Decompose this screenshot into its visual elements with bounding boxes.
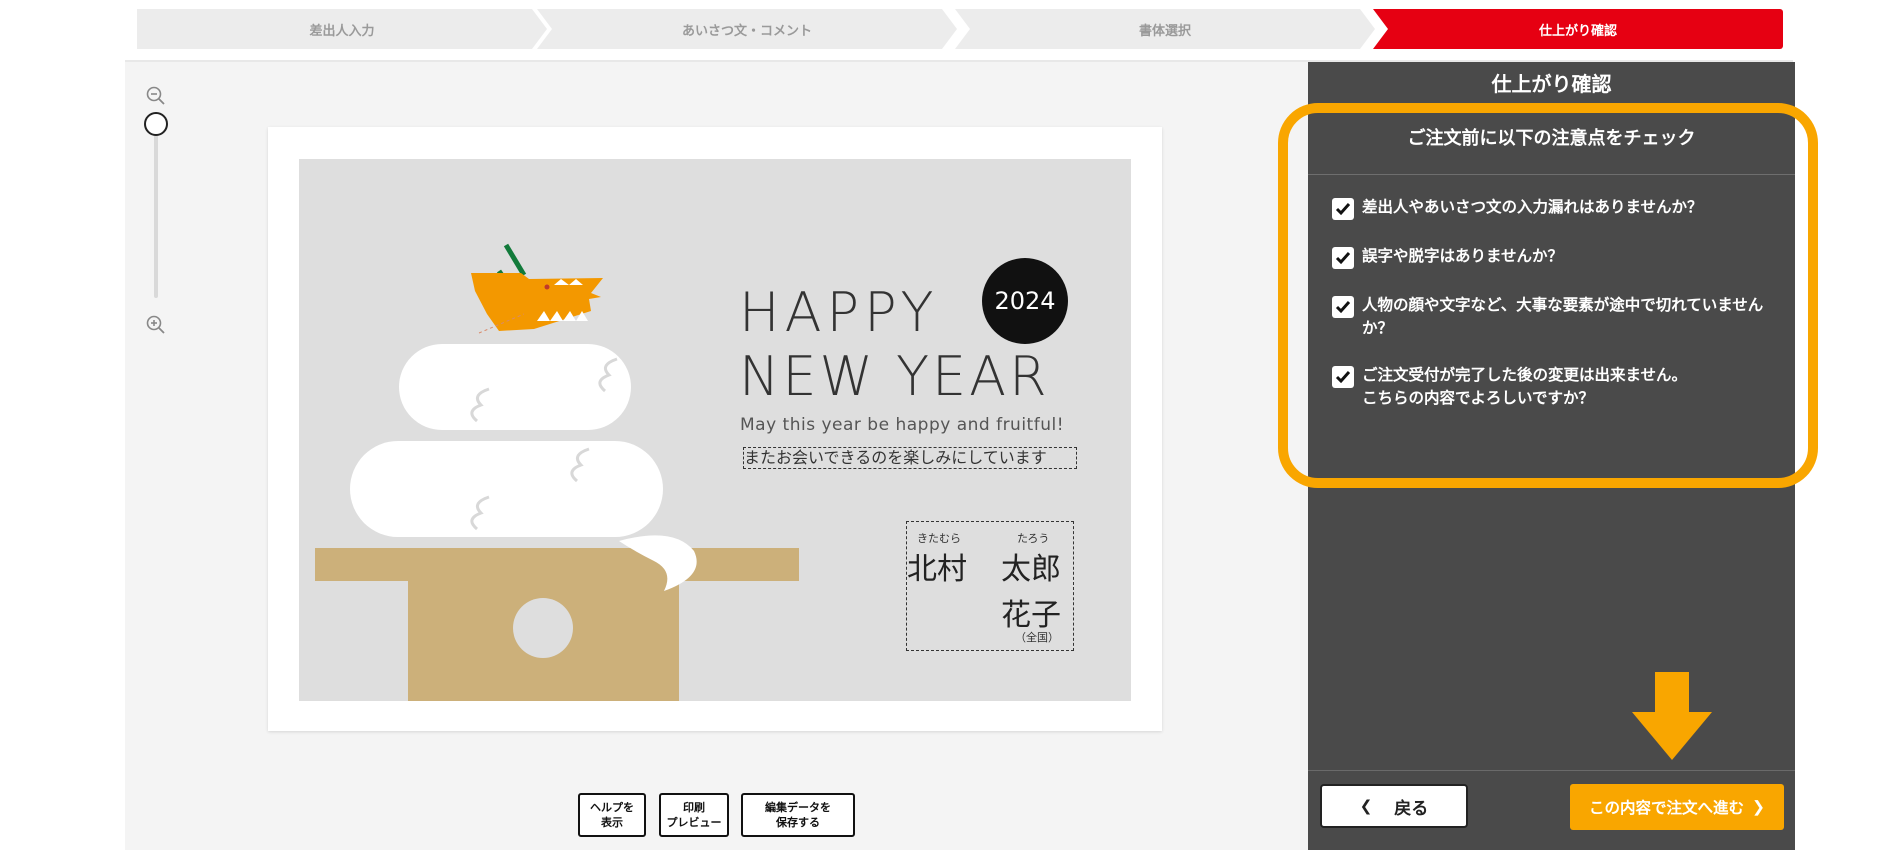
sender-given-name-2: 花子 — [1001, 598, 1061, 633]
help-button-line1: ヘルプを — [590, 801, 634, 814]
proceed-to-order-button[interactable]: この内容で注文へ進む ❯ — [1570, 784, 1784, 830]
card-year-badge: 2024 — [982, 258, 1068, 344]
zoom-in-icon[interactable] — [145, 314, 167, 336]
highlight-frame — [1278, 103, 1818, 488]
back-button-label: 戻る — [1394, 798, 1429, 819]
save-data-line1: 編集データを — [765, 801, 831, 814]
card-sender-name-box[interactable]: きたむら たろう 北村 太郎 花子 （全国） — [906, 521, 1074, 651]
save-edit-data-button[interactable]: 編集データを 保存する — [741, 793, 855, 837]
step-progress-bar: 差出人入力 あいさつ文・コメント 書体選択 仕上がり確認 — [137, 9, 1783, 49]
zoom-slider-handle[interactable] — [144, 112, 168, 136]
zoom-slider-track[interactable] — [154, 124, 158, 298]
print-preview-button[interactable]: 印刷 プレビュー — [659, 793, 729, 837]
step-font-select[interactable]: 書体選択 — [955, 9, 1375, 49]
down-arrow-icon — [1632, 672, 1712, 760]
card-artwork: HAPPY 2024 NEW YEAR May this year be hap… — [299, 159, 1131, 701]
help-button[interactable]: ヘルプを 表示 — [578, 793, 646, 837]
print-preview-line2: プレビュー — [666, 816, 722, 829]
chevron-right-icon: ❯ — [1752, 798, 1765, 816]
card-happy-text: HAPPY — [739, 281, 939, 344]
sender-surname: 北村 — [907, 552, 967, 587]
sender-region: （全国） — [1015, 631, 1059, 644]
help-button-line2: 表示 — [601, 816, 623, 829]
panel-title: 仕上がり確認 — [1491, 72, 1612, 96]
step-greeting-comment[interactable]: あいさつ文・コメント — [537, 9, 957, 49]
step-final-check[interactable]: 仕上がり確認 — [1373, 9, 1783, 49]
back-button[interactable]: ❮ 戻る — [1320, 784, 1468, 828]
card-new-year-text: NEW YEAR — [739, 345, 1050, 408]
print-preview-line1: 印刷 — [683, 801, 705, 814]
chevron-left-icon: ❮ — [1359, 797, 1373, 815]
card-subtitle: May this year be happy and fruitful! — [740, 415, 1065, 435]
save-data-line2: 保存する — [776, 816, 820, 829]
zoom-out-icon[interactable] — [145, 85, 167, 107]
divider — [1308, 770, 1795, 771]
step-sender-input[interactable]: 差出人入力 — [137, 9, 547, 49]
card-greeting-text[interactable]: またお会いできるのを楽しみにしています — [743, 447, 1077, 469]
sender-given-name-1: 太郎 — [1001, 552, 1061, 587]
proceed-button-label: この内容で注文へ進む — [1588, 799, 1744, 817]
